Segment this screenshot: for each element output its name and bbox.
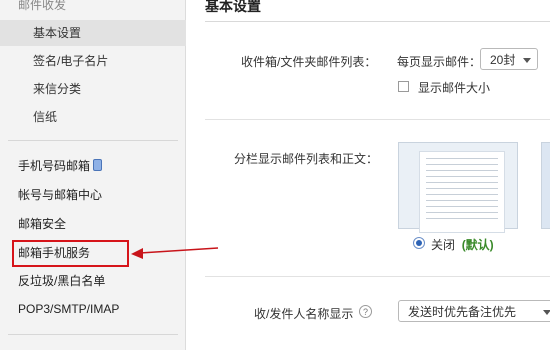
arrow-head: [131, 248, 143, 259]
annotation-arrow: [131, 247, 219, 259]
arrow-shaft: [139, 247, 219, 254]
